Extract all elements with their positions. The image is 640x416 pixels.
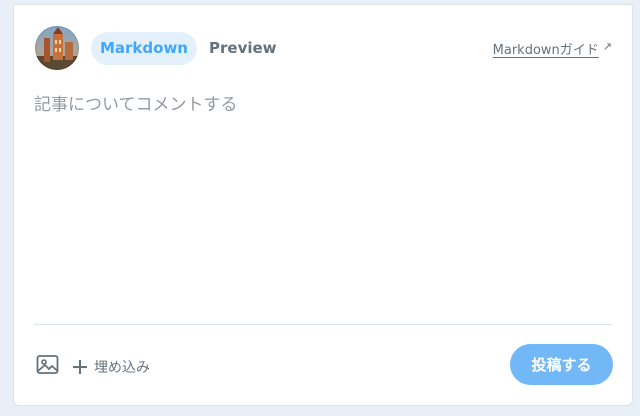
comment-input[interactable] — [34, 92, 612, 312]
card-top-border — [14, 4, 632, 5]
markdown-guide-link[interactable]: Markdownガイド ↗ — [493, 38, 612, 58]
embed-button[interactable]: 埋め込み — [72, 356, 150, 378]
embed-label: 埋め込み — [94, 360, 150, 376]
avatar — [35, 26, 79, 70]
divider — [34, 324, 612, 325]
avatar-image — [35, 26, 79, 70]
external-link-icon: ↗ — [602, 39, 612, 53]
image-upload-button[interactable] — [36, 354, 62, 378]
markdown-guide-label: Markdownガイド — [492, 42, 599, 58]
submit-comment-button[interactable]: 投稿する — [510, 344, 613, 385]
comment-editor-card: Markdown Preview Markdownガイド ↗ 埋め込み 投稿する — [13, 4, 633, 406]
plus-icon — [73, 360, 87, 374]
image-icon — [36, 355, 59, 374]
tab-preview[interactable]: Preview — [209, 32, 277, 65]
tab-markdown[interactable]: Markdown — [91, 32, 197, 65]
